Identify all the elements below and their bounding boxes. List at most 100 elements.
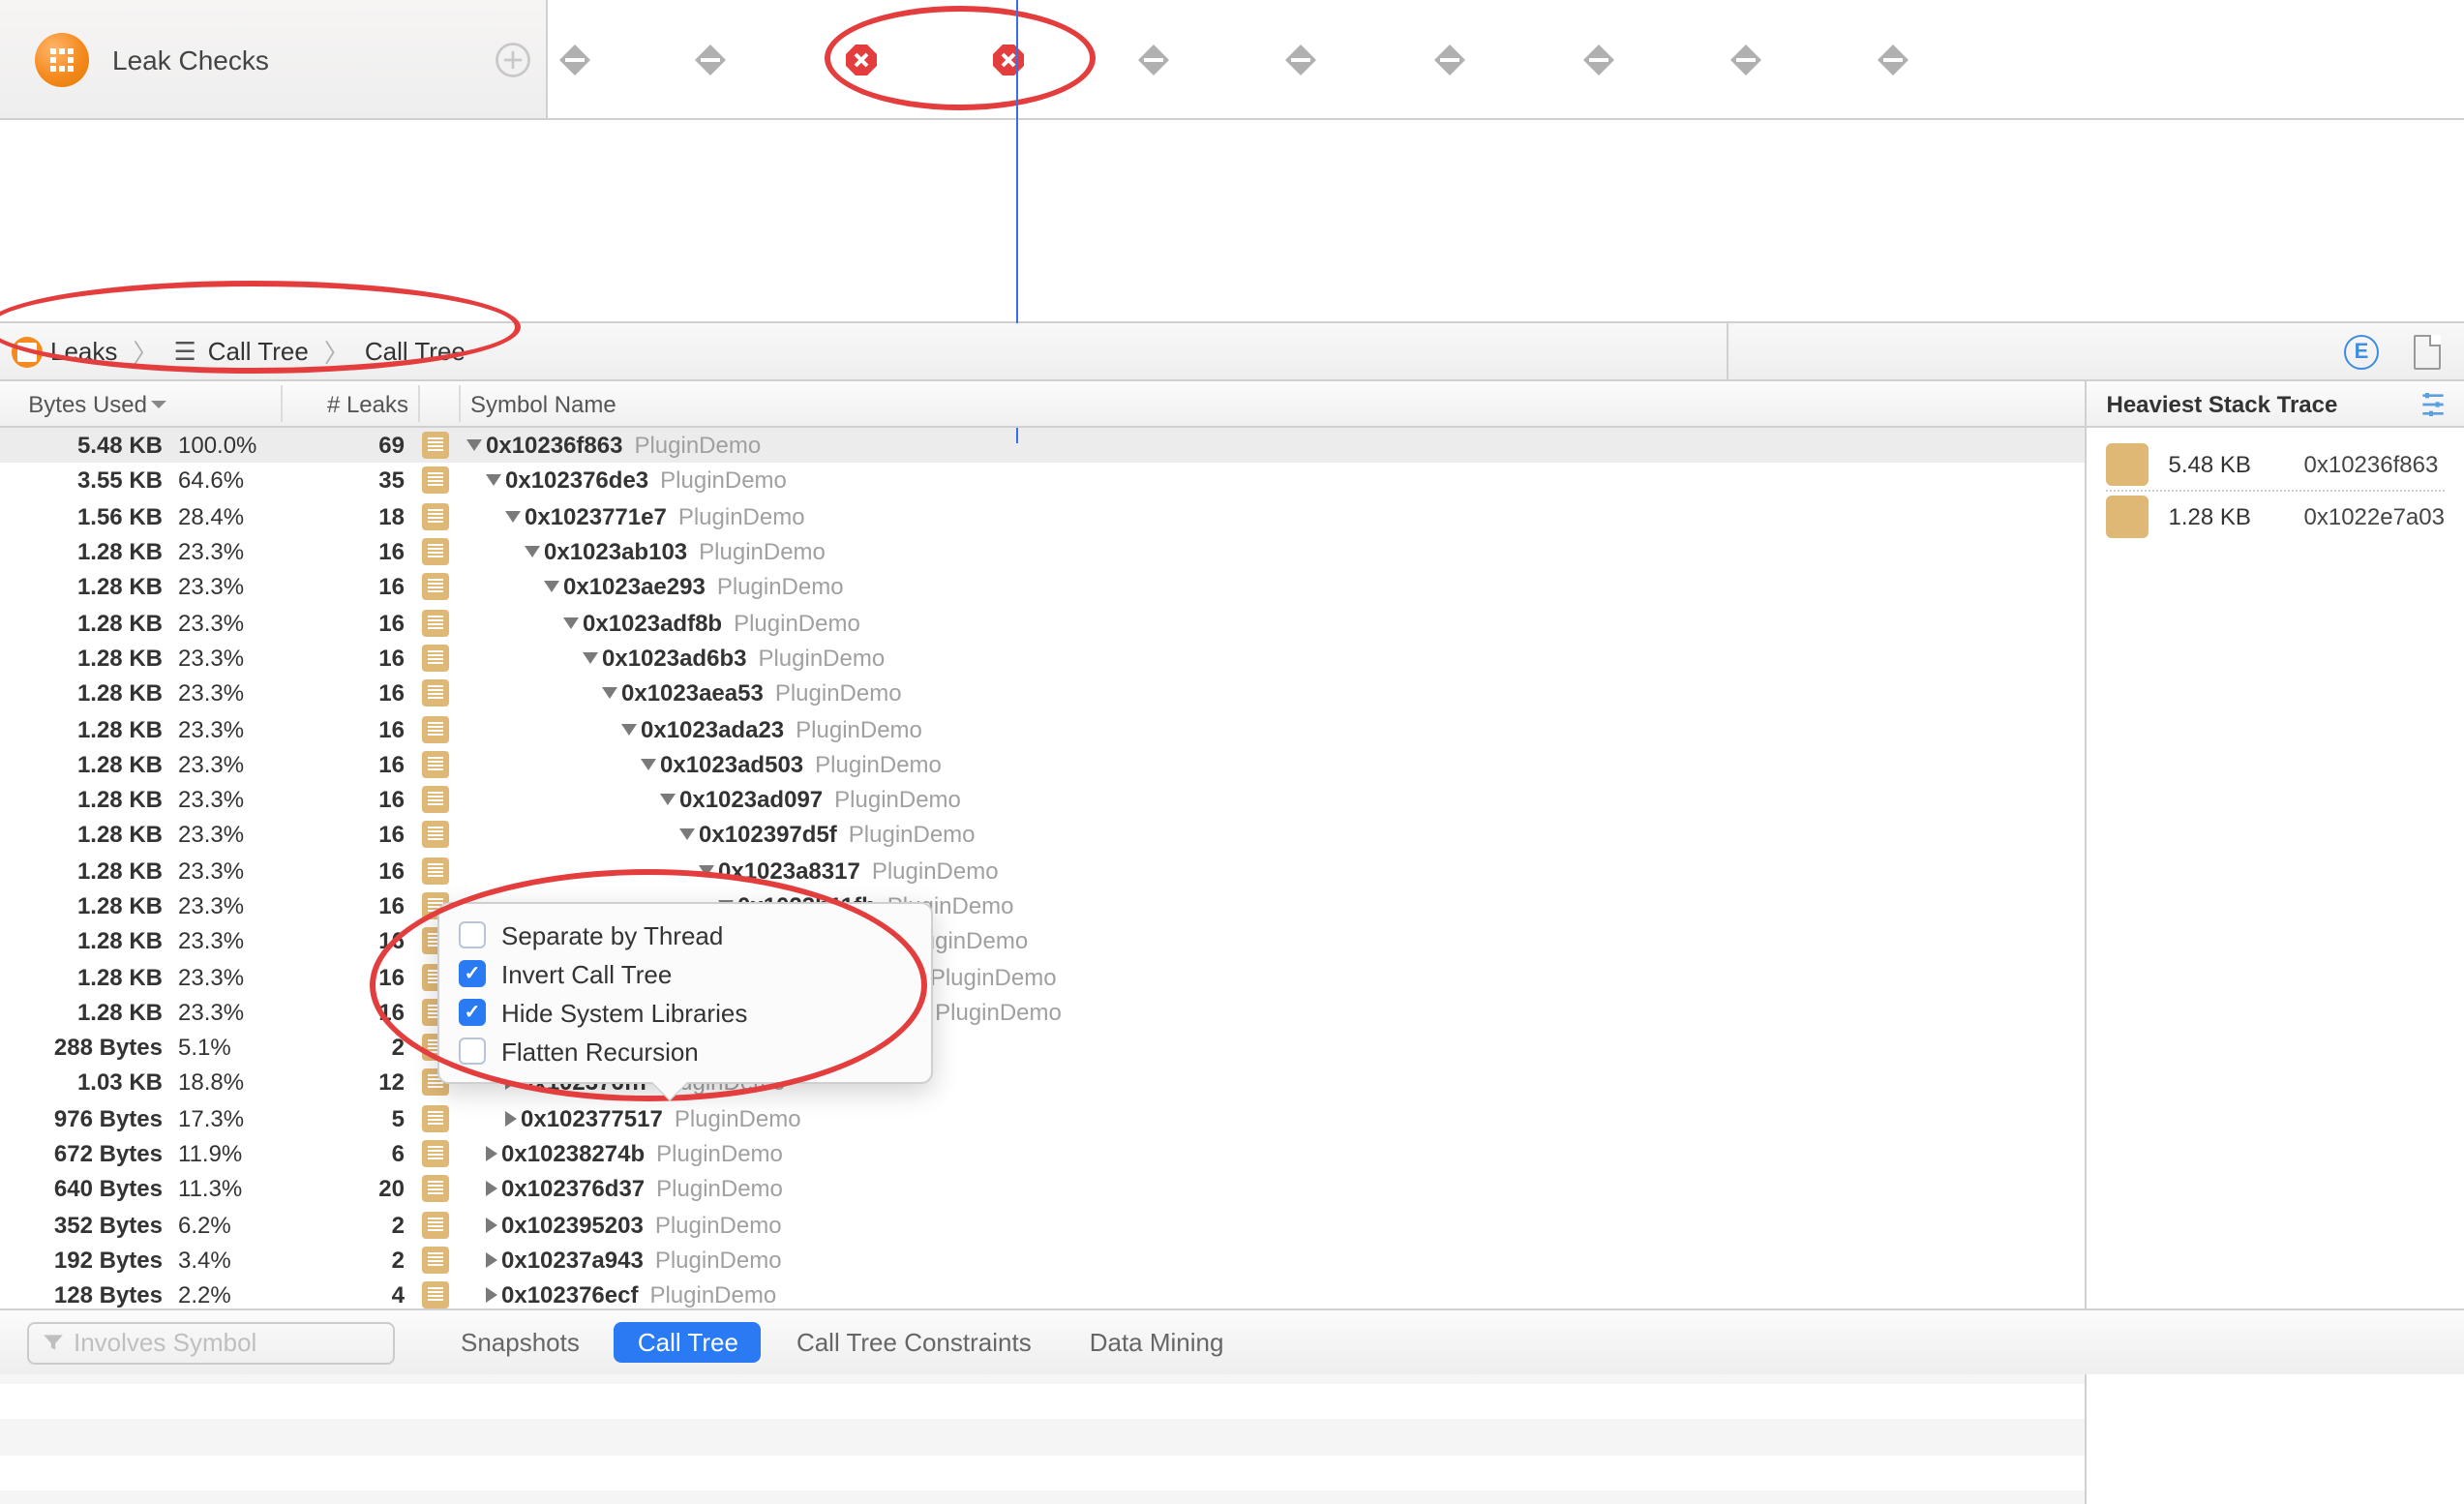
option-separate-by-thread[interactable]: Separate by Thread: [459, 916, 912, 954]
call-tree-row[interactable]: 976 Bytes17.3%50x102377517PluginDemo: [0, 1100, 2086, 1136]
check-marker-icon[interactable]: [1138, 45, 1169, 75]
stack-trace-settings-icon[interactable]: [2418, 389, 2449, 426]
disclosure-icon[interactable]: [602, 687, 617, 699]
instrument-header[interactable]: Leak Checks: [0, 0, 548, 120]
call-tree-row[interactable]: 1.28 KB23.3%160x1023ab103PluginDemo: [0, 534, 2086, 570]
col-symbol[interactable]: Symbol Name: [455, 390, 2086, 417]
check-marker-icon[interactable]: [1434, 45, 1465, 75]
binary-icon: [422, 679, 449, 707]
leak-marker-icon[interactable]: [846, 45, 877, 75]
checkbox[interactable]: [459, 921, 486, 948]
disclosure-icon[interactable]: [486, 1146, 497, 1161]
call-tree-row[interactable]: 1.28 KB23.3%160x1023a8317PluginDemo: [0, 853, 2086, 888]
timeline-track[interactable]: [548, 0, 2464, 120]
call-tree-row[interactable]: 1.28 KB23.3%160x1023ada23PluginDemo: [0, 711, 2086, 747]
binary-icon: [422, 1140, 449, 1167]
check-marker-icon[interactable]: [695, 45, 726, 75]
call-tree-row[interactable]: 1.28 KB23.3%160x102307453PluginDemo: [0, 959, 2086, 995]
toolbar-snapshots[interactable]: Snapshots: [437, 1322, 603, 1363]
check-marker-icon[interactable]: [1285, 45, 1316, 75]
binary-icon: [422, 1211, 449, 1238]
leak-marker-icon[interactable]: [993, 45, 1024, 75]
call-tree-row[interactable]: 1.28 KB23.3%160x1023aea53PluginDemo: [0, 676, 2086, 711]
extended-detail-icon[interactable]: E: [2344, 335, 2379, 370]
call-tree-row[interactable]: 1.56 KB28.4%180x1023771e7PluginDemo: [0, 498, 2086, 534]
binary-icon: [422, 609, 449, 636]
check-marker-icon[interactable]: [1878, 45, 1908, 75]
binary-icon: [422, 538, 449, 565]
toolbar-call-tree-constraints[interactable]: Call Tree Constraints: [773, 1322, 1055, 1363]
sort-indicator-icon: [151, 402, 166, 409]
call-tree-row[interactable]: 5.48 KB100.0%690x10236f863PluginDemo: [0, 428, 2086, 464]
option-flatten-recursion[interactable]: Flatten Recursion: [459, 1032, 912, 1070]
binary-icon: [422, 467, 449, 495]
call-tree-row[interactable]: 1.03 KB18.8%120x102376fffPluginDemo: [0, 1066, 2086, 1101]
list-icon: ☰: [173, 336, 195, 367]
toolbar-data-mining[interactable]: Data Mining: [1067, 1322, 1247, 1363]
breadcrumb-leaks[interactable]: Leaks: [0, 323, 129, 379]
breadcrumb-call-tree[interactable]: ☰Call Tree: [162, 323, 319, 379]
breadcrumb-call-tree[interactable]: Call Tree: [353, 323, 477, 379]
check-marker-icon[interactable]: [559, 45, 590, 75]
check-marker-icon[interactable]: [1730, 45, 1761, 75]
stack-trace-row[interactable]: 5.48 KB0x10236f863: [2107, 439, 2446, 490]
binary-icon: [2107, 495, 2149, 537]
col-leaks[interactable]: # Leaks: [281, 390, 416, 417]
disclosure-icon[interactable]: [525, 546, 540, 557]
option-hide-system-libraries[interactable]: Hide System Libraries: [459, 993, 912, 1032]
binary-icon: [422, 786, 449, 813]
disclosure-icon[interactable]: [486, 1252, 497, 1268]
disclosure-icon[interactable]: [563, 617, 579, 628]
stack-trace-row[interactable]: 1.28 KB0x1022e7a03: [2107, 490, 2446, 540]
binary-icon: [422, 822, 449, 849]
call-tree-row[interactable]: 672 Bytes11.9%60x10238274bPluginDemo: [0, 1136, 2086, 1172]
disclosure-icon[interactable]: [679, 829, 695, 841]
bottom-toolbar: Involves Symbol Snapshots Call Tree Call T…: [0, 1308, 2464, 1374]
table-header[interactable]: Bytes Used # Leaks Symbol Name: [0, 381, 2086, 428]
call-tree-row[interactable]: 1.28 KB23.3%160x1023ae293PluginDemo: [0, 569, 2086, 605]
call-tree-row[interactable]: 1.28 KB23.3%160x1022fe95fPluginDemo: [0, 995, 2086, 1031]
disclosure-icon[interactable]: [583, 652, 598, 664]
call-tree-row[interactable]: 288 Bytes5.1%20x102379de3PluginDemo: [0, 1030, 2086, 1066]
call-tree-row[interactable]: 3.55 KB64.6%350x102376de3PluginDemo: [0, 464, 2086, 499]
call-tree-row[interactable]: 1.28 KB23.3%160x1023ad6b3PluginDemo: [0, 641, 2086, 677]
disclosure-icon[interactable]: [486, 1217, 497, 1232]
disclosure-icon[interactable]: [466, 439, 482, 451]
leaks-instrument-icon: [35, 32, 89, 86]
call-tree-row[interactable]: 640 Bytes11.3%200x102376d37PluginDemo: [0, 1171, 2086, 1207]
document-icon[interactable]: [2414, 335, 2441, 370]
disclosure-icon[interactable]: [486, 1288, 497, 1304]
call-tree-row[interactable]: 1.28 KB23.3%160x1023adf8bPluginDemo: [0, 605, 2086, 641]
symbol-filter-field[interactable]: Involves Symbol: [27, 1321, 395, 1364]
col-bytes-used[interactable]: Bytes Used: [28, 390, 147, 417]
binary-icon: [422, 645, 449, 672]
call-tree-row[interactable]: 1.28 KB23.3%160x1023b0f0fPluginDemo: [0, 923, 2086, 959]
toolbar-call-tree[interactable]: Call Tree: [615, 1322, 762, 1363]
disclosure-icon[interactable]: [544, 582, 559, 593]
disclosure-icon[interactable]: [505, 510, 521, 522]
checkbox[interactable]: [459, 999, 486, 1026]
check-marker-icon[interactable]: [1583, 45, 1614, 75]
call-tree-row[interactable]: 1.28 KB23.3%160x102397d5fPluginDemo: [0, 818, 2086, 854]
add-instrument-icon[interactable]: [492, 39, 534, 87]
disclosure-icon[interactable]: [505, 1111, 517, 1127]
call-tree-row[interactable]: 1.28 KB23.3%160x1023ad097PluginDemo: [0, 782, 2086, 818]
binary-icon: [422, 751, 449, 778]
instrument-name: Leak Checks: [112, 44, 269, 75]
binary-icon: [2107, 443, 2149, 486]
call-tree-row[interactable]: 192 Bytes3.4%20x10237a943PluginDemo: [0, 1243, 2086, 1278]
call-tree-row[interactable]: 352 Bytes6.2%20x102395203PluginDemo: [0, 1207, 2086, 1243]
disclosure-icon[interactable]: [621, 723, 637, 735]
disclosure-icon[interactable]: [486, 475, 501, 487]
binary-icon: [422, 574, 449, 601]
call-tree-row[interactable]: 1.28 KB23.3%160x1023ad503PluginDemo: [0, 746, 2086, 782]
call-tree-row[interactable]: 1.28 KB23.3%160x1023b11fbPluginDemo: [0, 888, 2086, 924]
checkbox[interactable]: [459, 1038, 486, 1065]
disclosure-icon[interactable]: [660, 794, 676, 805]
binary-icon: [422, 1105, 449, 1132]
disclosure-icon[interactable]: [641, 759, 656, 770]
disclosure-icon[interactable]: [486, 1182, 497, 1197]
checkbox[interactable]: [459, 960, 486, 987]
option-invert-call-tree[interactable]: Invert Call Tree: [459, 954, 912, 993]
disclosure-icon[interactable]: [699, 864, 714, 876]
